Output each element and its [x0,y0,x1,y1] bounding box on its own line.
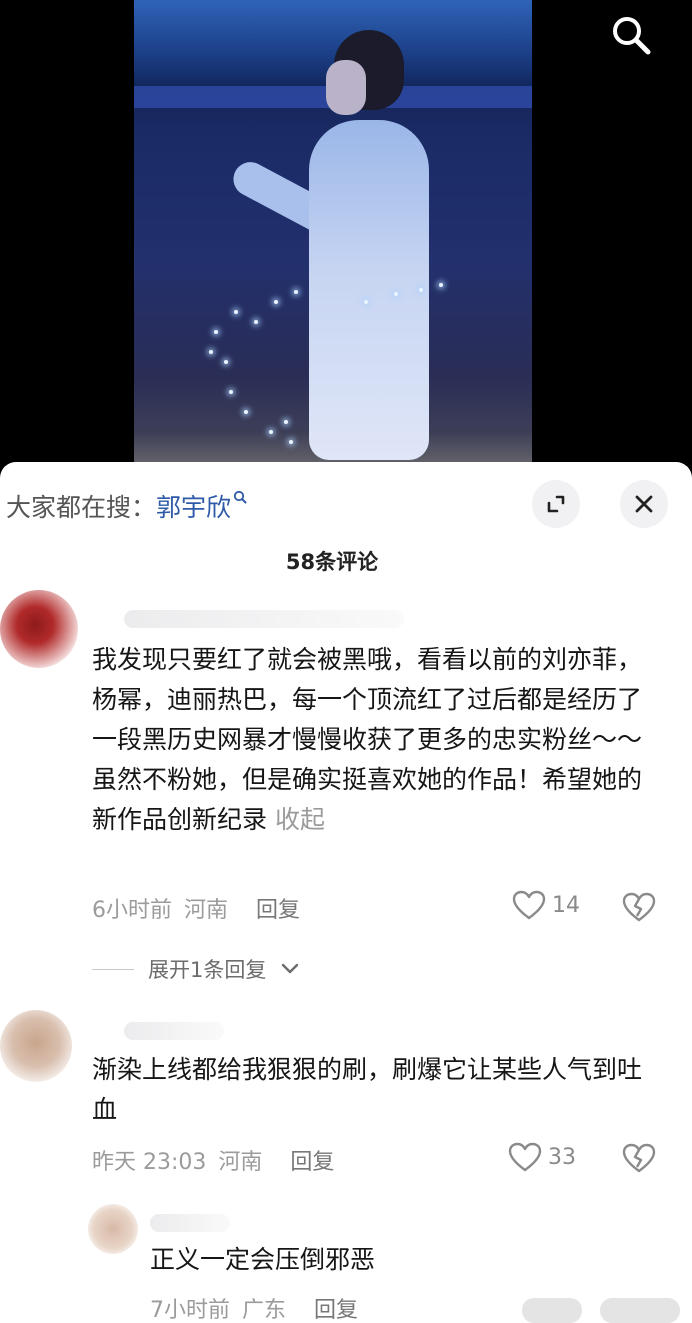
like-button[interactable]: 14 [512,890,580,920]
watermark [522,1298,582,1323]
comment-sheet: 大家都在搜：郭宇欣 58条评论 我发现只要红了就会被黑哦，看看以前的刘亦菲，杨幂… [0,462,692,1323]
watermark [600,1298,680,1323]
chevron-down-icon [282,963,299,974]
dislike-button[interactable] [622,892,656,926]
reply-button[interactable]: 回复 [314,1298,358,1323]
expand-replies-button[interactable]: 展开1条回复 [92,954,300,984]
video-player[interactable] [0,0,692,470]
close-icon [635,495,653,513]
username[interactable] [150,1214,230,1232]
reply-button[interactable]: 回复 [256,898,300,923]
heart-icon [508,1142,542,1172]
like-count: 14 [552,892,580,918]
avatar[interactable] [0,1010,72,1082]
comment-time: 6小时前 [92,898,172,923]
performer-face [326,60,366,115]
search-icon [613,17,651,55]
comment-text: 我发现只要红了就会被黑哦，看看以前的刘亦菲，杨幂，迪丽热巴，每一个顶流红了过后都… [92,640,652,840]
avatar[interactable] [0,590,78,668]
performer-figure [309,120,429,460]
comment-location: 河南 [184,898,229,923]
expand-icon [547,495,565,513]
comment-meta: 6小时前 河南 回复 [92,892,312,924]
heart-icon [512,890,546,920]
video-frame [134,0,532,470]
search-button[interactable] [606,10,656,60]
comment-meta: 7小时前 广东 回复 [150,1292,370,1323]
comment-location: 河南 [218,1150,263,1175]
comment-count: 58条评论 [285,550,379,574]
reply-button[interactable]: 回复 [290,1150,334,1175]
collapse-link[interactable]: 收起 [275,805,325,834]
dislike-button[interactable] [622,1143,656,1177]
username[interactable] [124,1022,224,1040]
comment-time: 昨天 23:03 [92,1150,207,1175]
divider [92,968,134,970]
broken-heart-icon [622,892,656,922]
search-icon [233,490,247,504]
comment-body: 我发现只要红了就会被黑哦，看看以前的刘亦菲，杨幂，迪丽热巴，每一个顶流红了过后都… [92,645,643,834]
username[interactable] [124,610,404,628]
comment-meta: 昨天 23:03 河南 回复 [92,1144,346,1176]
comment-location: 广东 [242,1298,287,1323]
avatar[interactable] [88,1204,138,1254]
comment-text: 渐染上线都给我狠狠的刷，刷爆它让某些人气到吐血 [92,1055,643,1124]
trending-search-term[interactable]: 郭宇欣 [156,493,231,522]
comment-time: 7小时前 [150,1298,230,1323]
like-count: 33 [548,1144,576,1170]
trending-prefix: 大家都在搜： [6,493,157,522]
close-button[interactable] [620,480,668,528]
broken-heart-icon [622,1143,656,1173]
expand-replies-label: 展开1条回复 [148,958,267,982]
trending-search-bar: 大家都在搜：郭宇欣 [6,488,247,524]
like-button[interactable]: 33 [508,1142,576,1172]
comment-text: 正义一定会压倒邪恶 [150,1245,376,1274]
expand-button[interactable] [532,480,580,528]
